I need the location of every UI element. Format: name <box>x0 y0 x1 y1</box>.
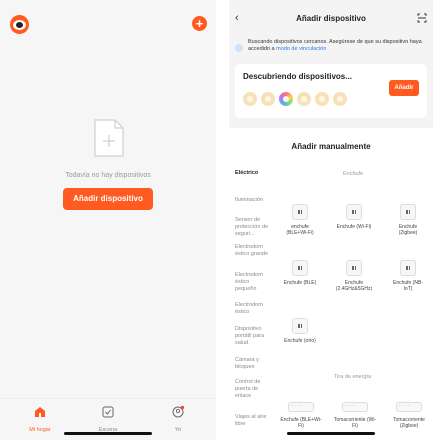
pairing-mode-link[interactable]: modo de vinculación <box>276 46 326 52</box>
scan-icon[interactable] <box>417 13 427 23</box>
empty-document-icon <box>94 119 124 157</box>
category-item[interactable]: Dispositivo portátil para salud <box>229 326 271 347</box>
family-avatar-icon[interactable] <box>10 15 29 34</box>
discovery-card: Descubriendo dispositivos... Añadir <box>235 64 427 118</box>
plug-item[interactable]: Enchufe (Zigbee) <box>389 204 427 236</box>
add-discovered-button[interactable]: Añadir <box>389 80 419 96</box>
strip-name: Tomacorriente (Zigbee) <box>393 417 425 429</box>
power-strip-item[interactable]: Tomacorriente (Zigbee) <box>387 402 431 429</box>
plug-name: Enchufe (NB-IoT) <box>392 280 423 292</box>
manual-add-title: Añadir manualmente <box>291 142 371 151</box>
nav-label: Mi hogar <box>29 427 51 433</box>
home-indicator <box>287 432 375 435</box>
plug-icon <box>346 204 362 220</box>
scene-icon <box>102 406 114 418</box>
nav-item-me[interactable]: Yo <box>148 405 208 433</box>
category-item[interactable]: Electrodom éstico grande <box>229 244 271 258</box>
bulb-device-icon[interactable] <box>315 92 329 106</box>
category-item[interactable]: Iluminación <box>229 197 271 204</box>
plug-icon <box>400 204 416 220</box>
plug-item[interactable]: Enchufe (Wi-Fi) <box>335 204 373 230</box>
plug-icon <box>292 260 308 276</box>
power-strip-item[interactable]: Enchufe (BLE+Wi-Fi) <box>279 402 323 429</box>
profile-icon <box>172 405 185 418</box>
scan-notice: Buscando dispositivos cercanos. Asegúres… <box>235 38 427 58</box>
home-indicator <box>64 432 152 435</box>
add-device-panel: ‹ Añadir dispositivo Buscando dispositiv… <box>229 0 433 440</box>
nav-item-home[interactable]: Mi hogar <box>10 405 70 433</box>
manual-add-section: Añadir manualmente Eléctrico Iluminación… <box>229 128 433 440</box>
plug-name: Enchufe (BLE) <box>283 280 317 286</box>
plug-name: Enchufe (otro) <box>284 338 316 344</box>
plug-name: Enchufe (2.4GHz&5GHz) <box>335 280 373 292</box>
discovered-devices <box>243 92 347 106</box>
strip-name: Tomacorriente (Wi-Fi) <box>333 417 377 429</box>
plug-name: Enchufe (Wi-Fi) <box>336 224 372 230</box>
plug-item[interactable]: Enchufe (otro) <box>281 318 319 344</box>
plug-item[interactable]: Enchufe (NB-IoT) <box>389 260 427 292</box>
category-item[interactable]: Control de puerta de enlace <box>229 379 271 400</box>
header: ‹ Añadir dispositivo <box>229 0 433 34</box>
plug-icon <box>400 260 416 276</box>
add-device-button[interactable]: Añadir dispositivo <box>63 188 153 210</box>
category-item[interactable]: Cámara y bloqueo <box>229 357 271 371</box>
section-enchufe-label: Enchufe <box>343 171 364 177</box>
plug-icon <box>292 204 308 220</box>
plug-name: enchufe (BLE+Wi-Fi) <box>286 224 314 236</box>
power-strip-icon <box>288 402 314 412</box>
category-item[interactable]: Eléctrico <box>229 170 271 177</box>
bluetooth-scan-icon <box>235 44 243 52</box>
bulb-device-icon[interactable] <box>333 92 347 106</box>
rgb-bulb-device-icon[interactable] <box>279 92 293 106</box>
plug-item[interactable]: Enchufe (2.4GHz&5GHz) <box>335 260 373 292</box>
nav-item-scene[interactable]: Escena <box>78 405 138 433</box>
power-strip-icon <box>342 402 368 412</box>
bulb-device-icon[interactable] <box>297 92 311 106</box>
category-item[interactable]: Electrodom éstico <box>229 302 271 316</box>
bulb-device-icon[interactable] <box>261 92 275 106</box>
category-item[interactable]: Sensor de protección de seguri... <box>229 217 271 238</box>
home-icon <box>35 407 45 417</box>
plug-icon <box>346 260 362 276</box>
page-title: Añadir dispositivo <box>296 14 366 23</box>
plug-item[interactable]: enchufe (BLE+Wi-Fi) <box>281 204 319 236</box>
add-plus-icon[interactable]: + <box>192 16 207 31</box>
empty-state-text: Todavía no hay dispositivos <box>65 172 151 179</box>
category-item[interactable]: Viajes al aire libre <box>229 414 271 428</box>
category-item[interactable]: Electrodom éstico pequeño <box>229 272 271 293</box>
discovering-title: Descubriendo dispositivos... <box>243 72 352 81</box>
home-panel: + Todavía no hay dispositivos Añadir dis… <box>0 0 216 440</box>
plug-icon <box>292 318 308 334</box>
power-strip-item[interactable]: Tomacorriente (Wi-Fi) <box>333 402 377 429</box>
bulb-device-icon[interactable] <box>243 92 257 106</box>
plug-item[interactable]: Enchufe (BLE) <box>281 260 319 286</box>
section-strip-label: Tira de energía <box>334 374 372 380</box>
plug-name: Enchufe (Zigbee) <box>398 224 418 236</box>
nav-label: Yo <box>174 427 182 433</box>
power-strip-icon <box>396 402 422 412</box>
scan-notice-text: Buscando dispositivos cercanos. Asegúres… <box>248 39 422 52</box>
strip-name: Enchufe (BLE+Wi-Fi) <box>280 417 322 429</box>
